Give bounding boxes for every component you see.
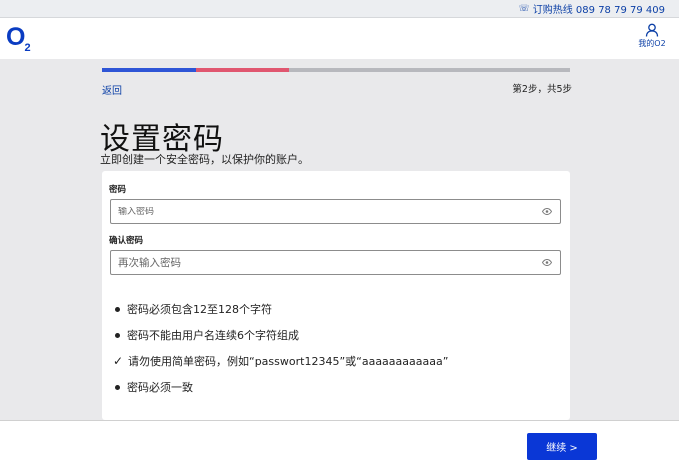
password-label: 密码 [109,185,127,195]
account-label: 我的O2 [638,39,666,48]
progress-segment [195,68,290,72]
continue-button[interactable]: 继续 > [527,433,597,460]
eye-icon[interactable] [542,259,552,266]
o2-logo[interactable]: O2 [6,25,31,61]
requirement-text: 密码不能由用户名连续6个字符组成 [127,329,299,342]
hotline[interactable]: ☏ 订购热线 089 78 79 79 409 [518,1,665,17]
password-input[interactable] [118,206,560,217]
bullet-icon [115,306,120,312]
back-link[interactable]: 返回 [102,82,122,97]
confirm-password-label: 确认密码 [109,236,144,246]
user-icon [645,23,659,37]
confirm-password-input[interactable] [118,256,560,269]
account-menu[interactable]: 我的O2 [638,23,666,49]
requirement-item: 密码必须包含12至128个字符 [114,301,272,317]
progress-segment [102,68,196,72]
eye-icon[interactable] [542,208,552,215]
password-field-box [110,199,561,224]
requirement-text: 密码必须包含12至128个字符 [127,303,272,316]
requirement-item: 密码不能由用户名连续6个字符组成 [114,327,299,343]
check-icon: ✓ [113,354,124,368]
confirm-password-field-box [110,250,561,275]
bullet-icon [115,332,120,338]
step-indicator: 第2步，共5步 [512,84,572,95]
requirement-item: 密码必须一致 [114,379,193,395]
header: O2 我的O2 [0,18,679,59]
top-bar: ☏ 订购热线 089 78 79 79 409 [0,0,679,18]
footer-bar: 继续 > [0,420,679,460]
requirement-text: 密码必须一致 [127,381,193,394]
bullet-icon [115,384,120,390]
requirement-text: 请勿使用简单密码，例如“passwort12345”或“aaaaaaaaaaaa… [128,355,449,368]
hotline-text: 订购热线 089 78 79 79 409 [532,5,665,16]
password-form-card: 密码 确认密码 密码必须包含12至128个字符 密码不能由用户名连续6个字符组成 ✓… [102,171,570,420]
phone-icon: ☏ [518,3,530,14]
step-progress-bar [102,68,570,72]
requirement-item: ✓ 请勿使用简单密码，例如“passwort12345”或“aaaaaaaaaaa… [113,353,449,369]
page-subtitle: 立即创建一个安全密码，以保护你的账户。 [100,153,309,166]
